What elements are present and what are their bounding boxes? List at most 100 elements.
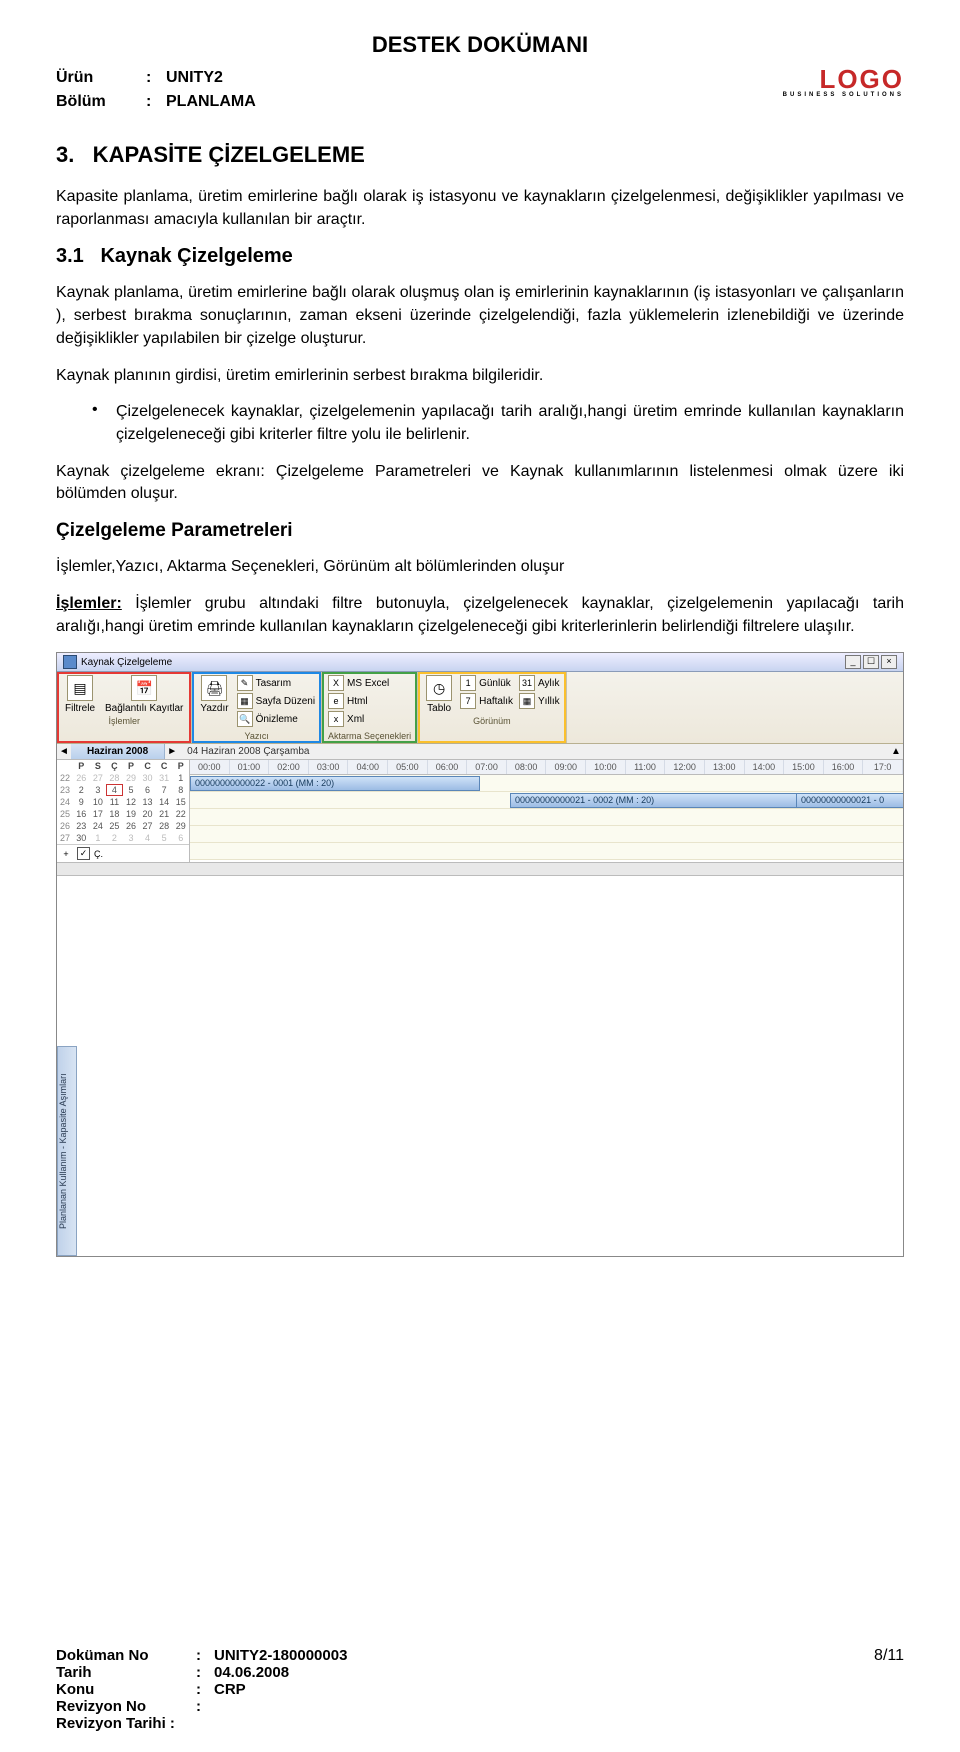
xml-button[interactable]: xXml <box>328 711 389 727</box>
cal-day-cell[interactable]: 12 <box>123 796 140 808</box>
close-button[interactable]: × <box>881 655 897 669</box>
filtrele-button[interactable]: ▤ Filtrele <box>63 675 97 714</box>
minimize-button[interactable]: _ <box>845 655 861 669</box>
yillik-button[interactable]: ▦Yıllık <box>519 693 560 709</box>
hour-cell: 11:00 <box>626 760 666 774</box>
cal-day-cell[interactable]: 3 <box>90 784 107 796</box>
cal-day-cell[interactable]: 6 <box>172 832 189 844</box>
horizontal-scrollbar[interactable] <box>57 862 903 875</box>
hour-cell: 07:00 <box>467 760 507 774</box>
cal-day-cell[interactable]: 27 <box>57 832 73 844</box>
cal-day-cell[interactable]: 2 <box>106 832 123 844</box>
islemler-label: İşlemler: <box>56 595 122 612</box>
cal-day-cell[interactable]: 14 <box>156 796 173 808</box>
cal-day-cell[interactable]: 8 <box>172 784 189 796</box>
cal-day-cell[interactable]: 31 <box>156 772 173 784</box>
day-label: 04 Haziran 2008 Çarşamba <box>179 744 889 759</box>
cal-checkbox[interactable]: ✓ <box>77 847 90 860</box>
cal-day-cell[interactable]: 30 <box>73 832 90 844</box>
side-tab[interactable]: Planlanan Kullanım - Kapasite Aşımları <box>57 1046 77 1256</box>
cal-day-cell[interactable]: 24 <box>90 820 107 832</box>
para4: Kaynak çizelgeleme ekranı: Çizelgeleme P… <box>56 461 904 506</box>
yazdir-button[interactable]: 🖨 Yazdır <box>198 675 230 714</box>
filtrele-label: Filtrele <box>65 703 95 714</box>
gantt-row <box>190 809 903 826</box>
cal-day-cell[interactable]: 2 <box>73 784 90 796</box>
tasarim-button[interactable]: ✎Tasarım <box>237 675 315 691</box>
gantt-area[interactable]: 00:0001:0002:0003:0004:0005:0006:0007:00… <box>190 760 903 862</box>
cal-day-cell[interactable]: 23 <box>57 784 73 796</box>
cal-day-cell[interactable]: 26 <box>73 772 90 784</box>
xml-label: Xml <box>347 714 364 725</box>
cal-day-cell[interactable]: 20 <box>139 808 156 820</box>
cal-day-cell[interactable]: 10 <box>90 796 107 808</box>
maximize-button[interactable]: ☐ <box>863 655 879 669</box>
bolum-label: Bölüm <box>56 90 146 114</box>
gantt-bar-1[interactable]: 00000000000022 - 0001 (MM : 20) <box>190 776 480 791</box>
cal-day-cell[interactable]: 1 <box>90 832 107 844</box>
cal-day-cell[interactable]: 28 <box>156 820 173 832</box>
next-month-button[interactable]: ► <box>165 746 179 757</box>
cal-day-cell[interactable]: 16 <box>73 808 90 820</box>
cal-day-cell[interactable]: 25 <box>57 808 73 820</box>
cal-day-cell[interactable]: 26 <box>57 820 73 832</box>
cal-day-cell[interactable]: 6 <box>139 784 156 796</box>
cal-day-cell[interactable]: 9 <box>73 796 90 808</box>
preview-icon: 🔍 <box>237 711 253 727</box>
month-icon: 31 <box>519 675 535 691</box>
hour-cell: 12:00 <box>665 760 705 774</box>
cal-day-cell[interactable]: 23 <box>73 820 90 832</box>
cal-day-cell[interactable]: 17 <box>90 808 107 820</box>
cal-day-cell[interactable]: 22 <box>172 808 189 820</box>
cal-day-cell[interactable]: 5 <box>156 832 173 844</box>
gunluk-button[interactable]: 1Günlük <box>460 675 513 691</box>
cal-day-cell[interactable]: 1 <box>172 772 189 784</box>
baglantili-button[interactable]: 📅 Bağlantılı Kayıtlar <box>103 675 185 714</box>
cal-day-cell[interactable]: 26 <box>123 820 140 832</box>
aktarma-group-label: Aktarma Seçenekleri <box>328 731 411 741</box>
cal-day-cell[interactable]: 11 <box>106 796 123 808</box>
ribbon-group-islemler: ▤ Filtrele 📅 Bağlantılı Kayıtlar İşlemle… <box>57 672 192 743</box>
cal-day-cell[interactable]: 7 <box>156 784 173 796</box>
baglantili-label: Bağlantılı Kayıtlar <box>105 703 183 714</box>
cal-day-cell[interactable]: 27 <box>90 772 107 784</box>
onizleme-button[interactable]: 🔍Önizleme <box>237 711 315 727</box>
prev-month-button[interactable]: ◄ <box>57 746 71 757</box>
cal-day-cell[interactable]: 22 <box>57 772 73 784</box>
cal-day-cell[interactable]: 29 <box>172 820 189 832</box>
cal-day-cell[interactable]: 28 <box>106 772 123 784</box>
cal-day-cell[interactable]: 19 <box>123 808 140 820</box>
scroll-up-button[interactable]: ▲ <box>889 746 903 757</box>
cal-day-cell[interactable]: 4 <box>139 832 156 844</box>
window-title: Kaynak Çizelgeleme <box>81 657 172 668</box>
para6-rest: İşlemler grubu altındaki filtre butonuyl… <box>56 595 904 635</box>
cal-day-cell[interactable]: 25 <box>106 820 123 832</box>
tablo-button[interactable]: ◷ Tablo <box>424 675 454 714</box>
cal-day-cell[interactable]: 13 <box>139 796 156 808</box>
expand-button[interactable]: + <box>59 849 73 859</box>
mini-calendar[interactable]: PSÇPCCP 22262728293031123234567824910111… <box>57 760 190 862</box>
cal-day-cell[interactable]: 21 <box>156 808 173 820</box>
gantt-bar-2[interactable]: 00000000000021 - 0002 (MM : 20) <box>510 793 800 808</box>
cal-day-cell[interactable]: 3 <box>123 832 140 844</box>
para6: İşlemler: İşlemler grubu altındaki filtr… <box>56 593 904 638</box>
gantt-bar-3[interactable]: 00000000000021 - 0 <box>796 793 903 808</box>
excel-button[interactable]: XMS Excel <box>328 675 389 691</box>
onizleme-label: Önizleme <box>256 714 298 725</box>
cal-day-cell[interactable]: 29 <box>123 772 140 784</box>
cal-day-cell[interactable]: 24 <box>57 796 73 808</box>
sayfa-duzeni-button[interactable]: ▦Sayfa Düzeni <box>237 693 315 709</box>
cal-day-cell[interactable]: 18 <box>106 808 123 820</box>
bullet-text: Çizelgelenecek kaynaklar, çizelgelemenin… <box>116 401 904 446</box>
cal-day-cell[interactable]: 27 <box>139 820 156 832</box>
haftalik-button[interactable]: 7Haftalık <box>460 693 513 709</box>
html-button[interactable]: eHtml <box>328 693 389 709</box>
yazici-group-label: Yazıcı <box>198 731 315 741</box>
cal-day-cell[interactable]: 5 <box>123 784 140 796</box>
aylik-button[interactable]: 31Aylık <box>519 675 560 691</box>
cal-header-cell: P <box>123 760 140 772</box>
cal-day-cell[interactable]: 15 <box>172 796 189 808</box>
cal-header-cell: C <box>139 760 156 772</box>
cal-day-cell[interactable]: 4 <box>106 784 123 796</box>
cal-day-cell[interactable]: 30 <box>139 772 156 784</box>
